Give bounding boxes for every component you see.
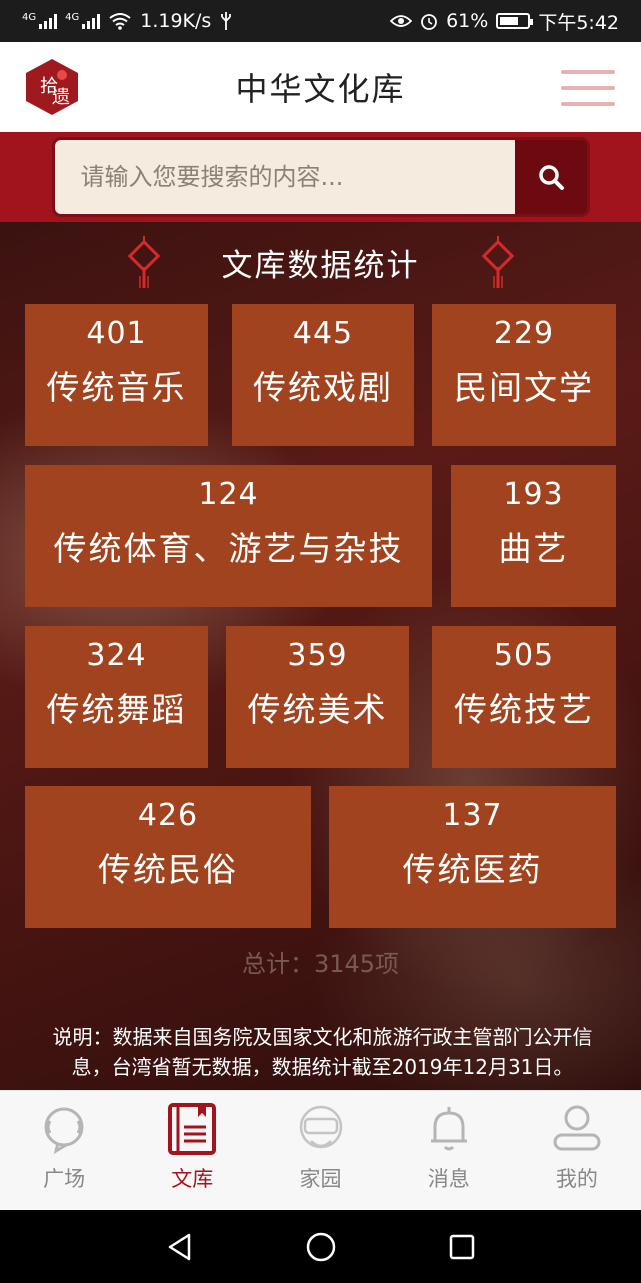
category-tile[interactable]: 401 传统音乐 bbox=[25, 304, 208, 446]
clock: 下午5:42 bbox=[538, 11, 619, 34]
tab-messages[interactable]: 消息 bbox=[385, 1091, 513, 1210]
app-header: 拾 遗 中华文化库 bbox=[0, 42, 641, 132]
tab-label: 消息 bbox=[427, 1167, 470, 1191]
category-count: 324 bbox=[86, 638, 147, 673]
bottom-tab-bar: 广场 文库 家园 消息 我的 bbox=[0, 1090, 641, 1210]
vr-headset-icon bbox=[299, 1105, 342, 1149]
category-count: 193 bbox=[503, 477, 564, 512]
tab-label: 我的 bbox=[555, 1167, 598, 1191]
app-logo[interactable]: 拾 遗 bbox=[22, 57, 82, 117]
category-tile[interactable]: 137 传统医药 bbox=[329, 786, 616, 928]
category-tile[interactable]: 124 传统体育、游艺与杂技 bbox=[25, 465, 432, 607]
category-label: 传统体育、游艺与杂技 bbox=[53, 529, 404, 568]
category-label: 民间文学 bbox=[454, 368, 594, 407]
library-book-icon bbox=[168, 1103, 217, 1155]
stats-section: 文库数据统计 401 传统音乐 445 传统戏剧 229 民间文学 124 传统… bbox=[0, 222, 641, 1090]
menu-button[interactable] bbox=[561, 70, 615, 106]
menu-line bbox=[561, 86, 615, 90]
category-tile[interactable]: 359 传统美术 bbox=[226, 626, 409, 768]
bell-icon bbox=[430, 1107, 467, 1151]
tab-label: 广场 bbox=[43, 1167, 86, 1191]
category-tile[interactable]: 193 曲艺 bbox=[451, 465, 616, 607]
network-type-label: 4G bbox=[22, 12, 37, 23]
category-label: 传统技艺 bbox=[454, 690, 594, 729]
chinese-knot-icon bbox=[482, 236, 514, 288]
category-count: 505 bbox=[493, 638, 555, 673]
home-icon[interactable] bbox=[305, 1231, 337, 1263]
usb-icon bbox=[221, 12, 232, 30]
tab-profile[interactable]: 我的 bbox=[513, 1091, 641, 1210]
tab-label: 家园 bbox=[299, 1167, 342, 1191]
battery-icon bbox=[496, 13, 534, 29]
category-label: 曲艺 bbox=[498, 529, 569, 568]
user-icon bbox=[553, 1105, 601, 1151]
category-tile[interactable]: 324 传统舞蹈 bbox=[25, 626, 208, 768]
category-count: 229 bbox=[493, 316, 555, 351]
network-speed: 1.19K/s bbox=[140, 10, 212, 32]
tab-library[interactable]: 文库 bbox=[128, 1091, 256, 1210]
category-tile[interactable]: 505 传统技艺 bbox=[432, 626, 616, 768]
category-label: 传统音乐 bbox=[46, 368, 187, 407]
svg-text:遗: 遗 bbox=[52, 87, 70, 108]
category-label: 传统医药 bbox=[402, 850, 543, 889]
wifi-icon bbox=[109, 13, 131, 30]
page-title: 中华文化库 bbox=[235, 70, 406, 108]
battery-percent: 61% bbox=[446, 10, 489, 32]
search-button[interactable] bbox=[514, 140, 587, 214]
search-bar bbox=[0, 132, 641, 222]
category-count: 359 bbox=[287, 638, 348, 673]
category-count: 137 bbox=[442, 798, 503, 833]
search-box bbox=[54, 140, 587, 214]
total-count: 总计：3145项 bbox=[241, 950, 400, 978]
recents-icon[interactable] bbox=[448, 1233, 476, 1261]
search-icon bbox=[538, 165, 564, 190]
category-count: 124 bbox=[198, 477, 259, 512]
category-count: 445 bbox=[292, 316, 354, 351]
category-label: 传统舞蹈 bbox=[46, 690, 187, 729]
category-count: 401 bbox=[86, 316, 147, 351]
category-label: 传统民俗 bbox=[98, 850, 238, 889]
back-icon[interactable] bbox=[165, 1232, 195, 1262]
category-count: 426 bbox=[137, 798, 199, 833]
category-tile[interactable]: 229 民间文学 bbox=[432, 304, 616, 446]
eye-icon bbox=[390, 15, 413, 27]
category-label: 传统戏剧 bbox=[253, 368, 393, 407]
chat-bubble-icon bbox=[44, 1107, 84, 1155]
tab-square[interactable]: 广场 bbox=[0, 1091, 128, 1210]
category-label: 传统美术 bbox=[247, 690, 388, 729]
signal-icon: 4G bbox=[65, 12, 101, 29]
signal-icon: 4G bbox=[22, 12, 58, 29]
category-tile[interactable]: 426 传统民俗 bbox=[25, 786, 311, 928]
menu-line bbox=[561, 70, 615, 74]
tab-label: 文库 bbox=[171, 1167, 214, 1191]
status-bar: 4G 4G 1.19K/s 61% 下午5:42 bbox=[0, 0, 641, 42]
system-nav-bar bbox=[0, 1210, 641, 1283]
search-input[interactable] bbox=[54, 140, 515, 214]
category-tile[interactable]: 445 传统戏剧 bbox=[232, 304, 414, 446]
tab-home[interactable]: 家园 bbox=[256, 1091, 384, 1210]
menu-line bbox=[561, 102, 615, 106]
data-note: 说明：数据来自国务院及国家文化和旅游行政主管部门公开信息，台湾省暂无数据，数据统… bbox=[52, 1025, 593, 1079]
network-type-label: 4G bbox=[65, 12, 80, 23]
stats-title: 文库数据统计 bbox=[221, 248, 420, 284]
alarm-icon bbox=[421, 14, 437, 30]
